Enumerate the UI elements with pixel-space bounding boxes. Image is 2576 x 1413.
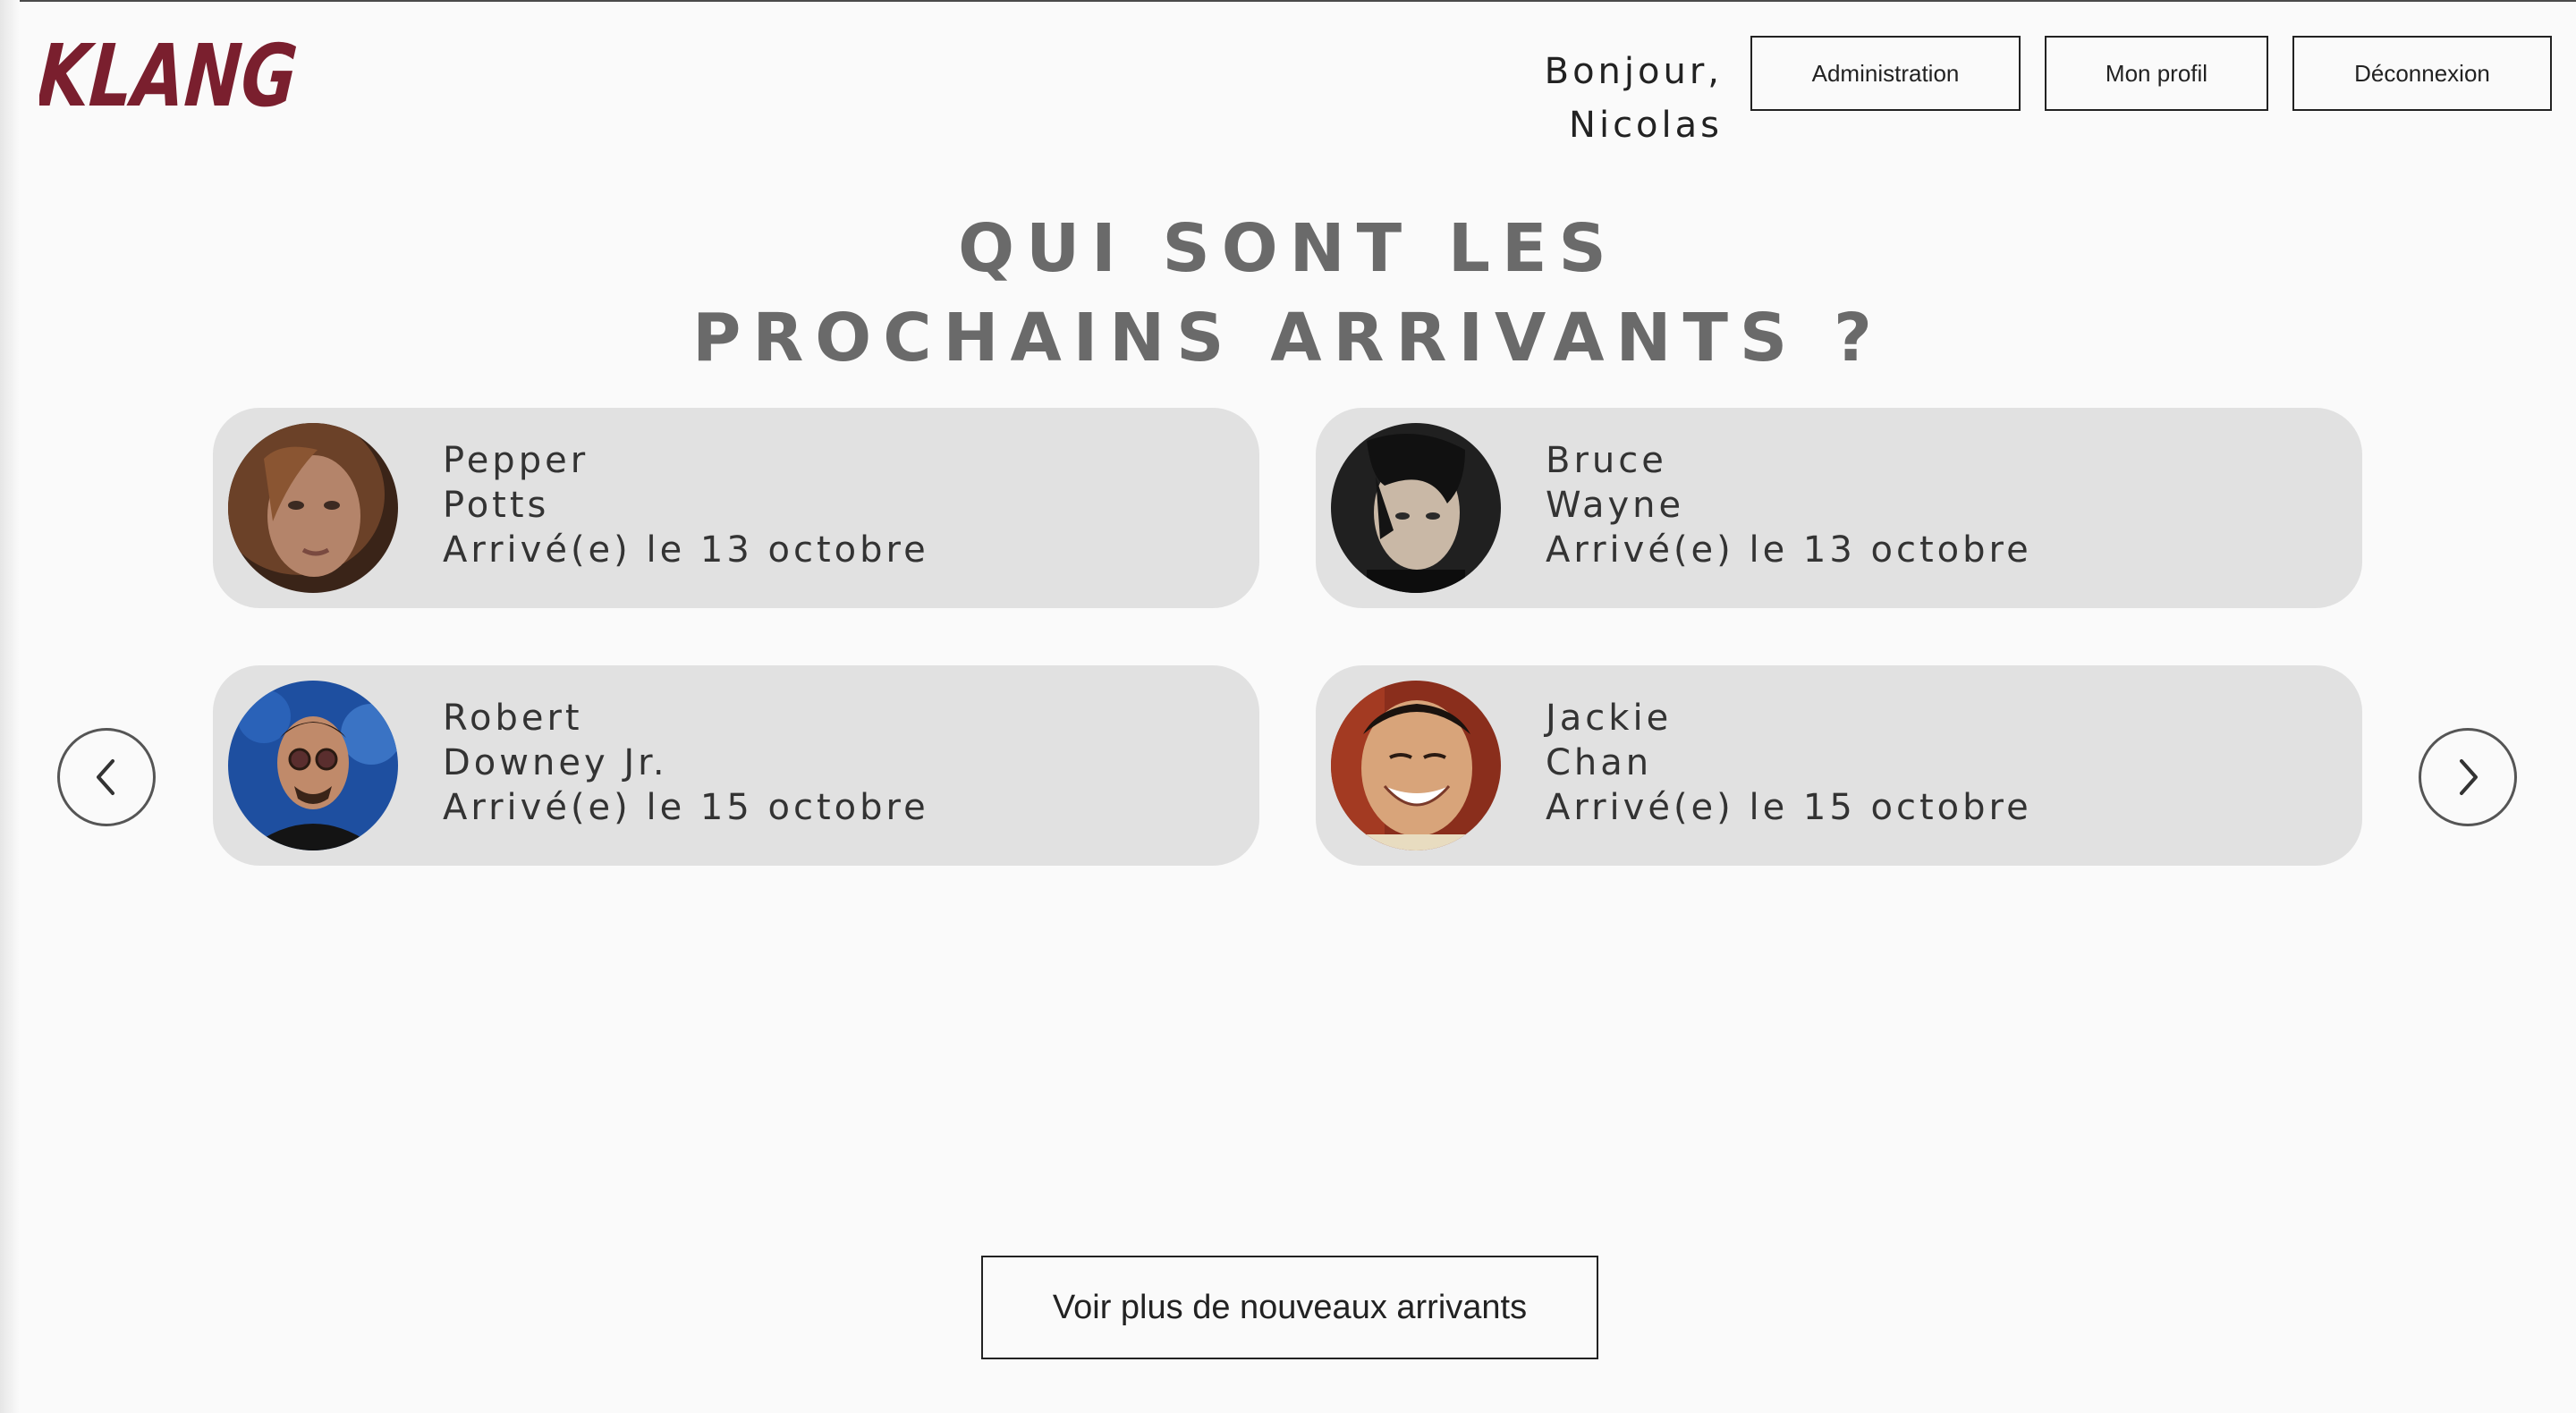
arrival-info: Bruce Wayne Arrivé(e) le 13 octobre — [1546, 438, 2032, 572]
arrival-info: Pepper Potts Arrivé(e) le 13 octobre — [443, 438, 929, 572]
logout-button[interactable]: Déconnexion — [2292, 36, 2552, 111]
arrival-date: Arrivé(e) le 15 octobre — [443, 787, 929, 828]
first-name: Pepper — [443, 440, 589, 481]
arrival-card[interactable]: Bruce Wayne Arrivé(e) le 13 octobre — [1316, 408, 2362, 608]
svg-text:KLANG: KLANG — [39, 26, 301, 118]
see-more-arrivals-button[interactable]: Voir plus de nouveaux arrivants — [981, 1256, 1598, 1359]
arrival-date: Arrivé(e) le 15 octobre — [1546, 787, 2032, 828]
arrival-card[interactable]: Robert Downey Jr. Arrivé(e) le 15 octobr… — [213, 665, 1259, 866]
arrival-date: Arrivé(e) le 13 octobre — [443, 529, 929, 571]
last-name: Downey Jr. — [443, 742, 668, 783]
arrival-card[interactable]: Jackie Chan Arrivé(e) le 15 octobre — [1316, 665, 2362, 866]
first-name: Jackie — [1546, 698, 1673, 739]
first-name: Robert — [443, 698, 583, 739]
avatar — [1331, 423, 1501, 593]
page-title-line-2: PROCHAINS ARRIVANTS ? — [692, 300, 1884, 377]
arrival-card[interactable]: Pepper Potts Arrivé(e) le 13 octobre — [213, 408, 1259, 608]
previous-button[interactable] — [57, 728, 156, 826]
last-name: Chan — [1546, 742, 1653, 783]
avatar — [228, 423, 398, 593]
klang-logo[interactable]: KLANG — [34, 25, 308, 126]
administration-button[interactable]: Administration — [1750, 36, 2021, 111]
avatar — [228, 681, 398, 850]
profile-button[interactable]: Mon profil — [2045, 36, 2268, 111]
page-title: QUI SONT LES PROCHAINS ARRIVANTS ? — [0, 204, 2576, 383]
chevron-left-icon — [97, 759, 114, 795]
page-title-line-1: QUI SONT LES — [958, 210, 1618, 287]
next-button[interactable] — [2419, 728, 2517, 826]
chevron-right-icon — [2460, 759, 2478, 795]
top-border — [0, 0, 2576, 2]
arrival-date: Arrivé(e) le 13 octobre — [1546, 529, 2032, 571]
greeting-text: Bonjour, Nicolas — [1544, 51, 1723, 146]
avatar — [1331, 681, 1501, 850]
first-name: Bruce — [1546, 440, 1667, 481]
last-name: Wayne — [1546, 485, 1685, 526]
last-name: Potts — [443, 485, 550, 526]
arrival-info: Jackie Chan Arrivé(e) le 15 octobre — [1546, 696, 2032, 830]
arrival-info: Robert Downey Jr. Arrivé(e) le 15 octobr… — [443, 696, 929, 830]
